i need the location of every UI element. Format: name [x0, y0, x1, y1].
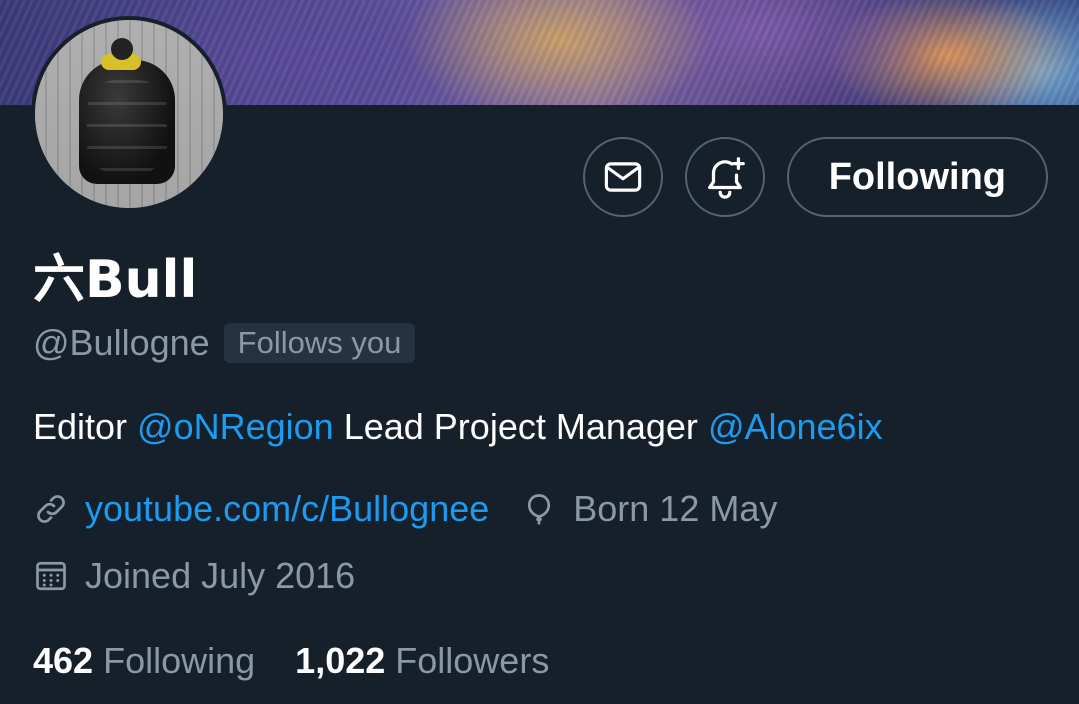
balloon-icon [521, 491, 557, 527]
bio-mention-onregion[interactable]: @oNRegion [137, 406, 334, 447]
bell-plus-icon [702, 154, 748, 200]
notifications-button[interactable] [684, 137, 765, 217]
following-stat[interactable]: 462 Following [33, 640, 255, 682]
joined-text: Joined July 2016 [85, 555, 356, 596]
bio-text-1: Editor [33, 406, 138, 447]
follows-you-badge: Follows you [223, 323, 416, 363]
profile-bio: Editor @oNRegion Lead Project Manager @A… [33, 406, 883, 448]
bio-mention-alone6ix[interactable]: @Alone6ix [708, 406, 883, 447]
display-name: 六Bull [33, 250, 198, 310]
profile-actions: Following [582, 137, 1048, 217]
website-link[interactable]: youtube.com/c/Bullognee [85, 488, 489, 530]
avatar[interactable] [31, 16, 227, 212]
avatar-figure-head [111, 38, 133, 60]
calendar-icon [33, 558, 69, 594]
link-icon [33, 491, 69, 527]
profile-meta-row-2: Joined July 2016 [33, 555, 387, 597]
avatar-figure [79, 60, 175, 184]
bio-text-2: Lead Project Manager [333, 406, 708, 447]
followers-stat-label: Followers [395, 640, 550, 681]
birthday-item: Born 12 May [521, 488, 777, 530]
followers-stat[interactable]: 1,022 Followers [295, 640, 549, 682]
following-count: 462 [33, 640, 94, 681]
website-item: youtube.com/c/Bullognee [33, 488, 489, 530]
profile-stats: 462 Following 1,022 Followers [33, 640, 549, 682]
following-button[interactable]: Following [786, 137, 1048, 217]
following-stat-label: Following [103, 640, 256, 681]
joined-item: Joined July 2016 [33, 555, 355, 597]
followers-count: 1,022 [295, 640, 386, 681]
message-button[interactable] [582, 137, 663, 217]
handle-row: @Bullogne Follows you [33, 322, 416, 364]
envelope-icon [602, 156, 644, 198]
birthday-text: Born 12 May [573, 488, 778, 529]
profile-meta-row-1: youtube.com/c/Bullognee Born 12 May [33, 488, 809, 530]
user-handle: @Bullogne [33, 322, 210, 363]
